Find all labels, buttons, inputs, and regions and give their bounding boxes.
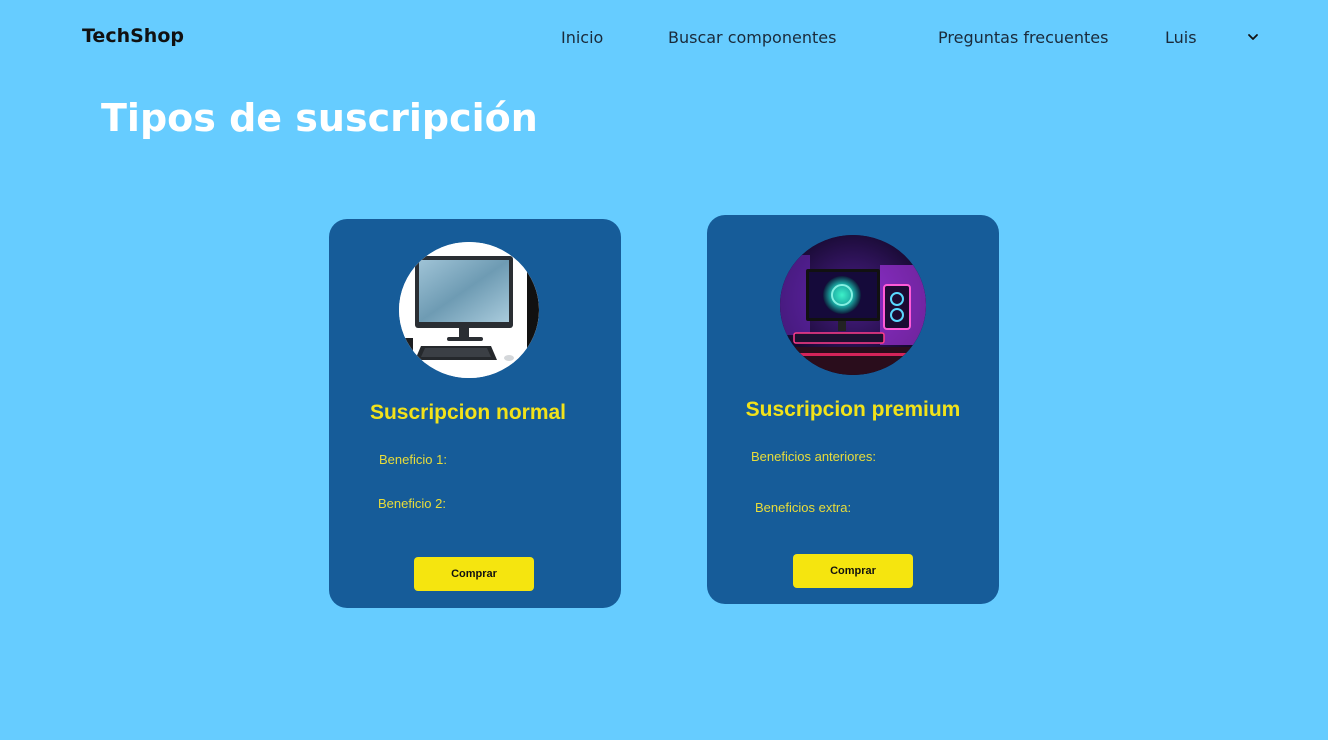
- plan-benefit-1: Beneficio 1:: [379, 452, 447, 467]
- nav-link-preguntas-frecuentes[interactable]: Preguntas frecuentes: [938, 28, 1108, 47]
- nav-link-buscar-componentes[interactable]: Buscar componentes: [668, 28, 836, 47]
- plan-title: Suscripcion normal: [369, 401, 567, 424]
- plan-title: Suscripcion premium: [745, 398, 961, 421]
- nav-link-inicio[interactable]: Inicio: [561, 28, 603, 47]
- plan-card-normal: Suscripcion normal Beneficio 1: Benefici…: [329, 219, 621, 608]
- brand-logo[interactable]: TechShop: [82, 25, 184, 47]
- page-title: Tipos de suscripción: [101, 96, 538, 140]
- plan-image-office-computer: [399, 242, 539, 378]
- plan-image-gaming-setup: [780, 235, 926, 375]
- plan-benefit-2: Beneficio 2:: [378, 496, 446, 511]
- user-menu-name[interactable]: Luis: [1165, 28, 1197, 47]
- plan-benefit-previous: Beneficios anteriores:: [751, 449, 877, 464]
- chevron-down-icon[interactable]: [1245, 29, 1261, 45]
- plan-benefit-extra: Beneficios extra:: [755, 500, 852, 515]
- plan-card-premium: Suscripcion premium Beneficios anteriore…: [707, 215, 999, 604]
- buy-premium-button[interactable]: Comprar: [793, 554, 913, 588]
- buy-normal-button[interactable]: Comprar: [414, 557, 534, 591]
